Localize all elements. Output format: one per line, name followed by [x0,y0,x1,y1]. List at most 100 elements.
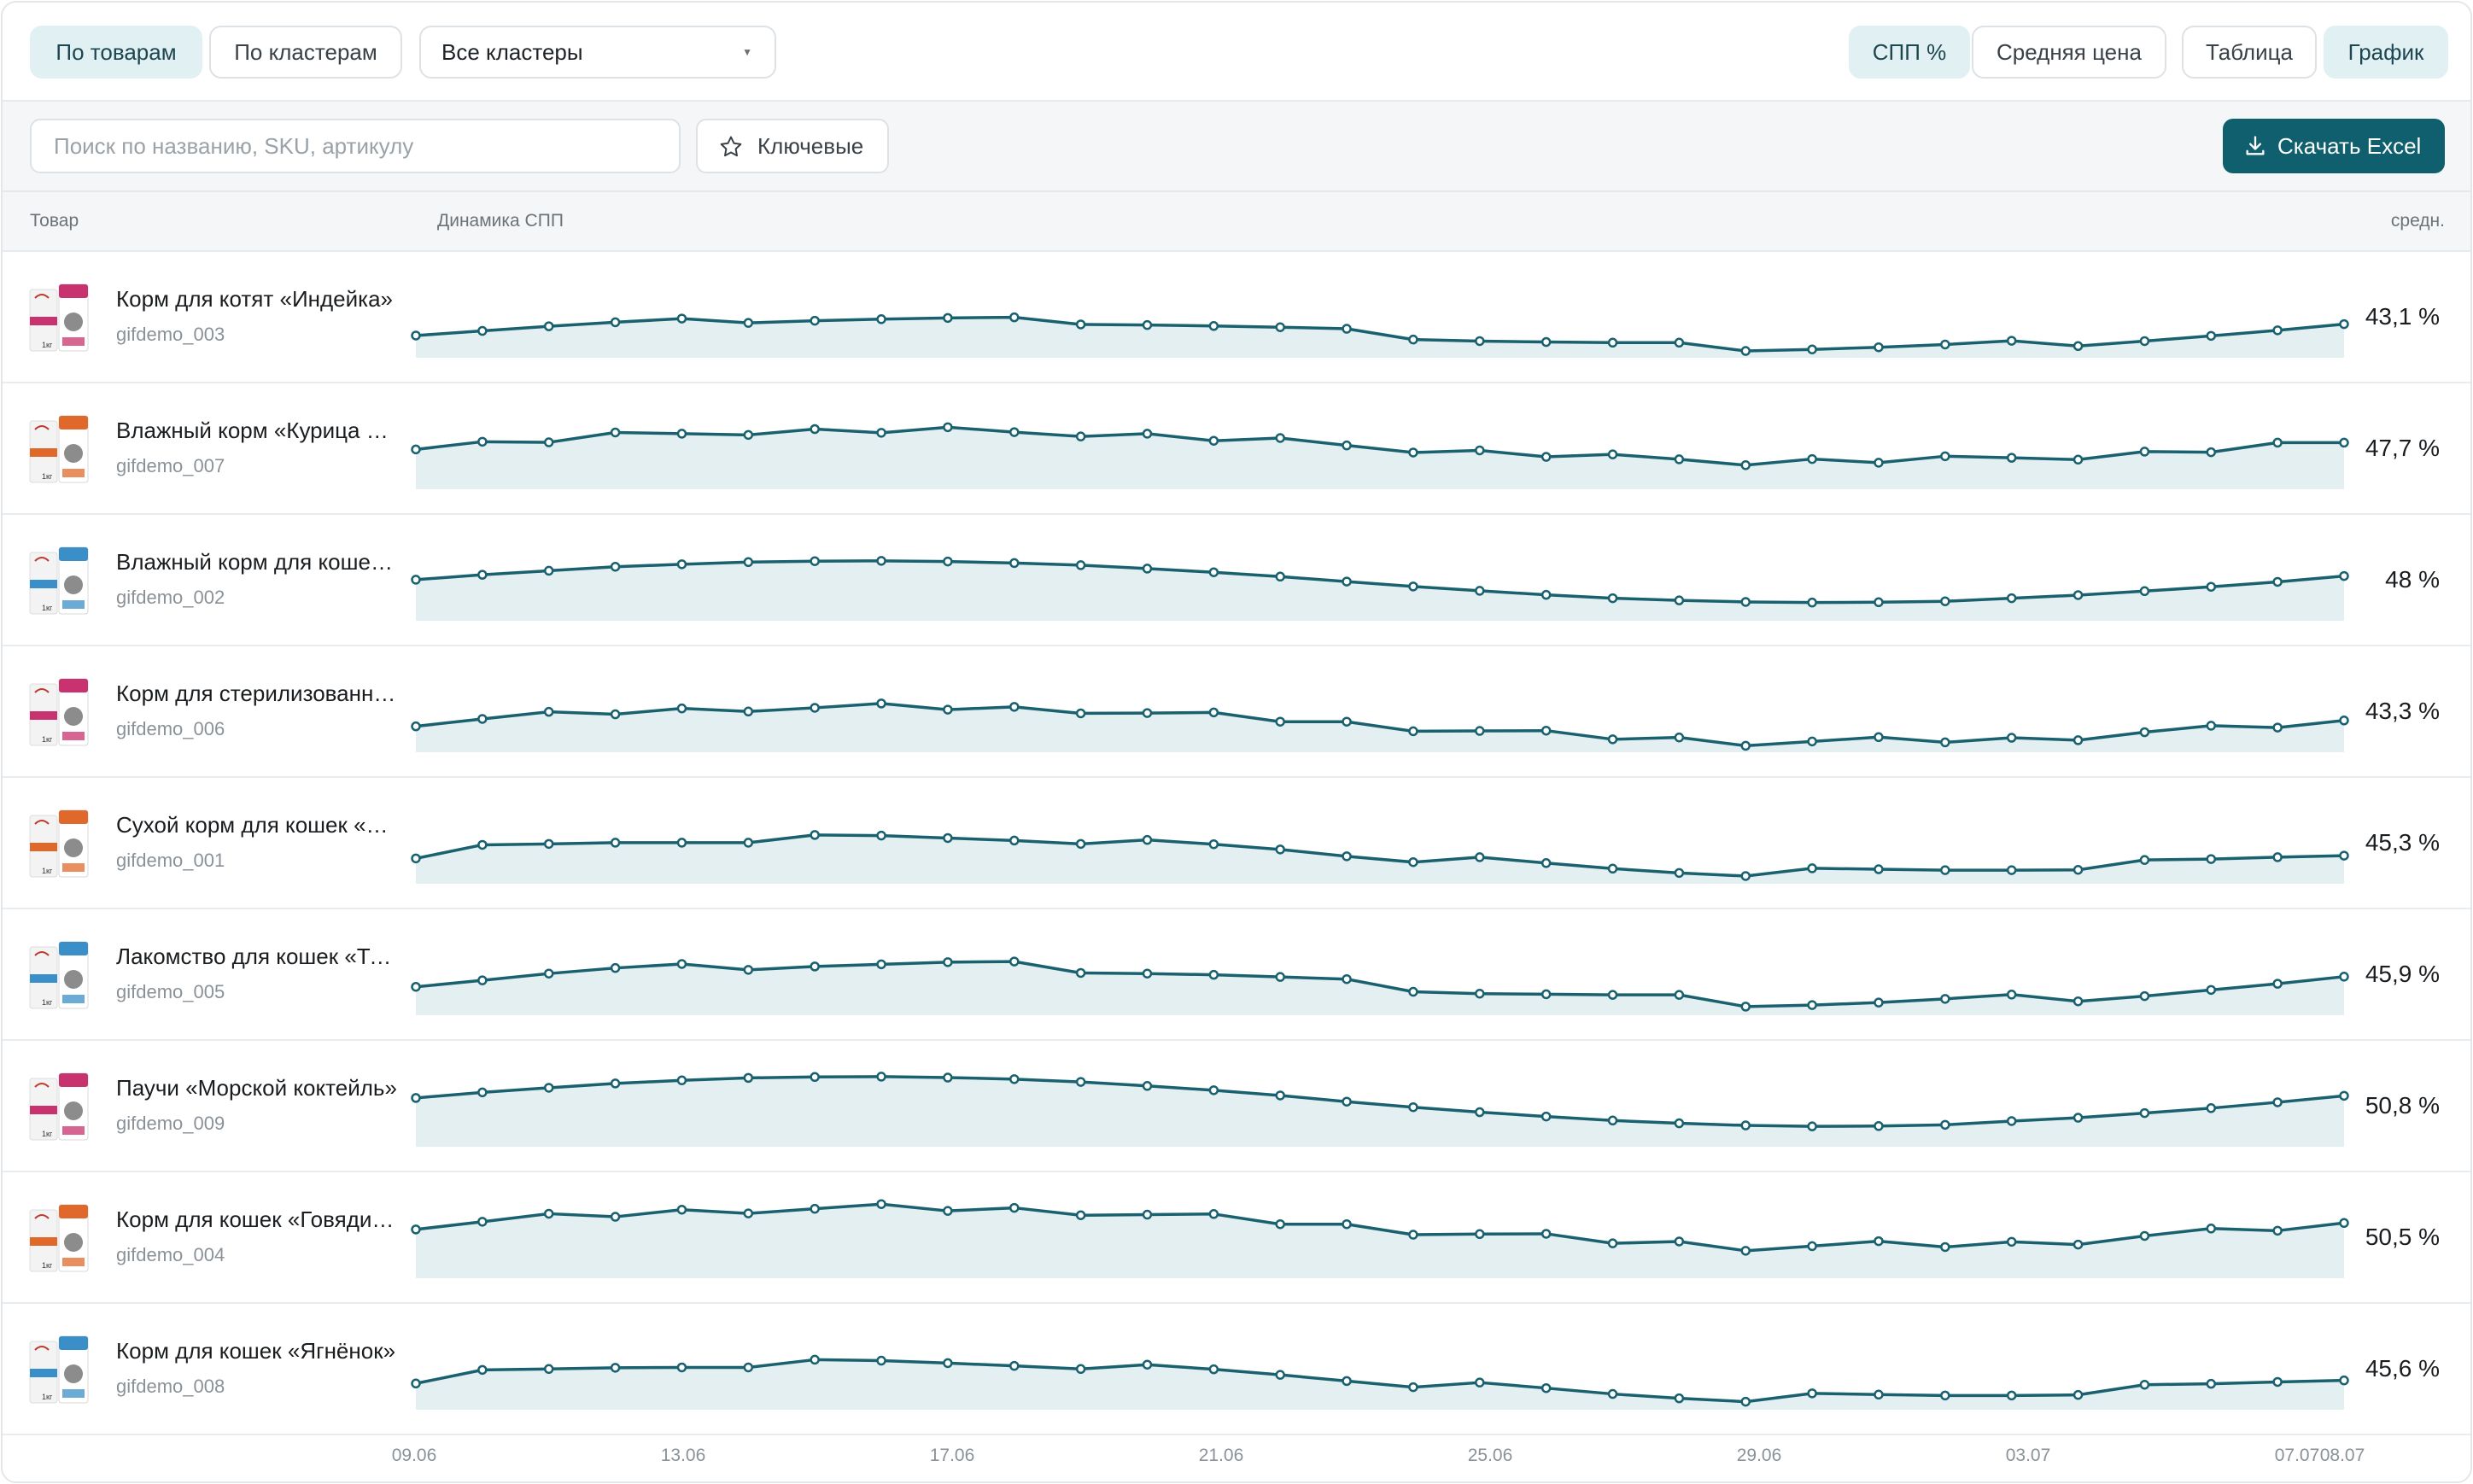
sparkline-point[interactable] [1208,1364,1219,1375]
sparkline-point[interactable] [810,961,820,972]
sparkline-point[interactable] [743,318,754,328]
sparkline-point[interactable] [477,1087,488,1098]
sparkline-point[interactable] [1208,1209,1219,1219]
sparkline-point[interactable] [2139,990,2150,1002]
sparkline-point[interactable] [1607,863,1618,874]
sparkline-point[interactable] [1342,1376,1352,1387]
sparkline-point[interactable] [1807,863,1817,873]
sparkline-point[interactable] [1075,838,1086,850]
sparkline-point[interactable] [1940,865,1950,875]
sparkline-point[interactable] [2139,855,2150,865]
sparkline-point[interactable] [1342,440,1352,451]
sparkline-point[interactable] [610,1212,621,1222]
sparkline-point[interactable] [1807,1388,1817,1399]
table-row[interactable]: 1кгКорм для стерилизованных кошекgifdemo… [3,646,2470,778]
sparkline-point[interactable] [411,1224,421,1235]
sparkline-point[interactable] [610,1363,621,1373]
sparkline-point[interactable] [1807,736,1817,747]
sparkline-point[interactable] [2339,437,2349,448]
mode-table-button[interactable]: Таблица [2182,26,2317,79]
sparkline-point[interactable] [1607,1388,1618,1399]
sparkline-point[interactable] [2206,330,2217,342]
sparkline-point[interactable] [2272,1376,2283,1388]
table-row[interactable]: 1кгЛакомство для кошек «Тунец»gifdemo_00… [3,909,2470,1041]
sparkline-point[interactable] [943,556,953,567]
column-avg[interactable]: средн. [2391,211,2445,231]
sparkline-point[interactable] [810,1203,820,1214]
key-products-button[interactable]: Ключевые [696,119,889,173]
sparkline-point[interactable] [1940,1242,1950,1253]
sparkline-point[interactable] [1674,1118,1685,1129]
table-row[interactable]: 1кгВлажный корм для кошек «Лосось»gifdem… [3,515,2470,646]
sparkline-point[interactable] [1075,1364,1086,1375]
sparkline-point[interactable] [2006,453,2017,463]
sparkline-point[interactable] [543,321,554,331]
sparkline-point[interactable] [676,703,687,714]
sparkline-point[interactable] [1475,445,1485,456]
sparkline-point[interactable] [1940,339,1950,350]
sparkline-point[interactable] [2073,1239,2084,1250]
sparkline-point[interactable] [411,721,421,732]
sparkline-point[interactable] [610,317,621,328]
sparkline-point[interactable] [2073,590,2084,600]
sparkline-point[interactable] [2139,1379,2150,1390]
table-row[interactable]: 1кгСухой корм для кошек «Курица»gifdemo_… [3,778,2470,909]
sparkline-point[interactable] [1674,990,1685,1000]
sparkline-point[interactable] [2073,1113,2084,1123]
sparkline-point[interactable] [411,575,421,585]
sparkline-point[interactable] [2206,1378,2217,1389]
sparkline-point[interactable] [1075,1210,1086,1220]
sparkline-point[interactable] [1142,564,1153,574]
sparkline-point[interactable] [2073,735,2084,745]
sparkline-point[interactable] [2272,1097,2283,1107]
sparkline-point[interactable] [810,556,820,566]
sparkline-point[interactable] [1541,336,1552,348]
sparkline-point[interactable] [676,838,687,848]
sparkline-point[interactable] [1408,726,1418,737]
sparkline-point[interactable] [743,706,754,717]
sparkline-point[interactable] [1142,429,1153,439]
sparkline-point[interactable] [2073,454,2084,465]
sparkline-point[interactable] [1475,1377,1485,1388]
sparkline-point[interactable] [1874,458,1884,468]
sparkline-point[interactable] [1807,1000,1817,1010]
sparkline-point[interactable] [1208,707,1219,718]
sparkline-point[interactable] [2272,1225,2283,1236]
sparkline-point[interactable] [2006,865,2017,875]
sparkline-point[interactable] [2272,576,2283,587]
sparkline-point[interactable] [743,1208,754,1218]
sparkline-point[interactable] [1142,319,1153,330]
sparkline-point[interactable] [1740,871,1751,881]
sparkline-point[interactable] [1342,716,1352,727]
sparkline-point[interactable] [1607,449,1618,459]
sparkline-point[interactable] [1342,324,1352,334]
sparkline-point[interactable] [743,429,754,441]
sparkline-point[interactable] [1208,567,1219,577]
sparkline-point[interactable] [610,1078,621,1089]
sparkline-point[interactable] [2206,1103,2217,1113]
sparkline-point[interactable] [1740,1120,1751,1131]
sparkline-point[interactable] [543,1364,554,1375]
sparkline-point[interactable] [1940,1119,1950,1131]
sparkline-point[interactable] [2073,864,2084,875]
view-by-clusters-button[interactable]: По кластерам [209,26,402,79]
sparkline-point[interactable] [743,1362,754,1373]
sparkline-point[interactable] [876,830,886,841]
sparkline-point[interactable] [2206,447,2217,458]
sparkline-point[interactable] [1142,1209,1153,1220]
sparkline-point[interactable] [543,968,554,979]
sparkline-point[interactable] [1674,337,1685,348]
sparkline-point[interactable] [1275,844,1285,855]
sparkline-point[interactable] [2206,984,2217,996]
sparkline-point[interactable] [1674,1393,1685,1404]
sparkline-point[interactable] [1009,956,1020,967]
sparkline-point[interactable] [1874,864,1884,874]
sparkline-point[interactable] [2139,1107,2150,1119]
sparkline-point[interactable] [2139,586,2150,597]
sparkline-point[interactable] [2339,318,2349,330]
sparkline-point[interactable] [1275,1090,1285,1101]
sparkline-point[interactable] [1674,732,1685,743]
sparkline-point[interactable] [1475,726,1485,736]
sparkline-point[interactable] [477,570,488,580]
cluster-select[interactable]: Все кластеры ▼ [419,26,776,79]
